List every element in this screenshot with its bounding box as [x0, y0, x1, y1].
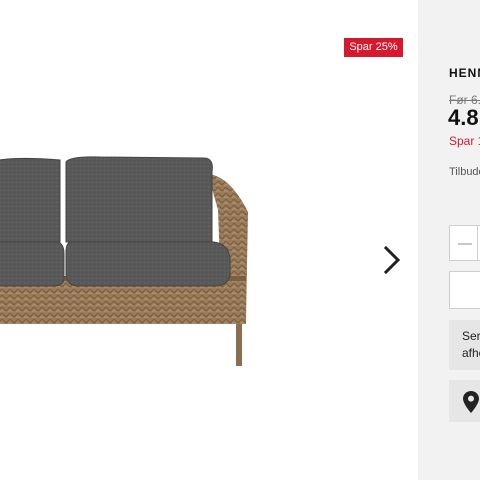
- store-finder-button[interactable]: [449, 380, 480, 422]
- info-line-2: afhe: [462, 346, 480, 360]
- info-line-1: Ser: [462, 329, 480, 343]
- map-pin-icon: [463, 391, 479, 413]
- offer-text: Tilbude: [449, 166, 480, 178]
- add-to-cart-field[interactable]: [449, 271, 480, 309]
- chevron-right-icon[interactable]: [380, 244, 404, 276]
- product-title: HENNI: [449, 66, 480, 80]
- product-image-sofa[interactable]: [0, 150, 260, 370]
- product-gallery: Spar 25%: [0, 0, 418, 480]
- quantity-stepper[interactable]: [449, 225, 480, 261]
- discount-badge: Spar 25%: [344, 38, 403, 57]
- current-price: 4.8: [448, 105, 479, 130]
- minus-icon[interactable]: [458, 243, 472, 245]
- savings-text: Spar 1: [449, 134, 480, 148]
- product-info-panel: HENNI Før 6. 4.8 Spar 1 Tilbude Ser afhe: [418, 0, 480, 480]
- delivery-info-button[interactable]: Ser afhe: [449, 320, 480, 370]
- stepper-divider: [477, 226, 478, 260]
